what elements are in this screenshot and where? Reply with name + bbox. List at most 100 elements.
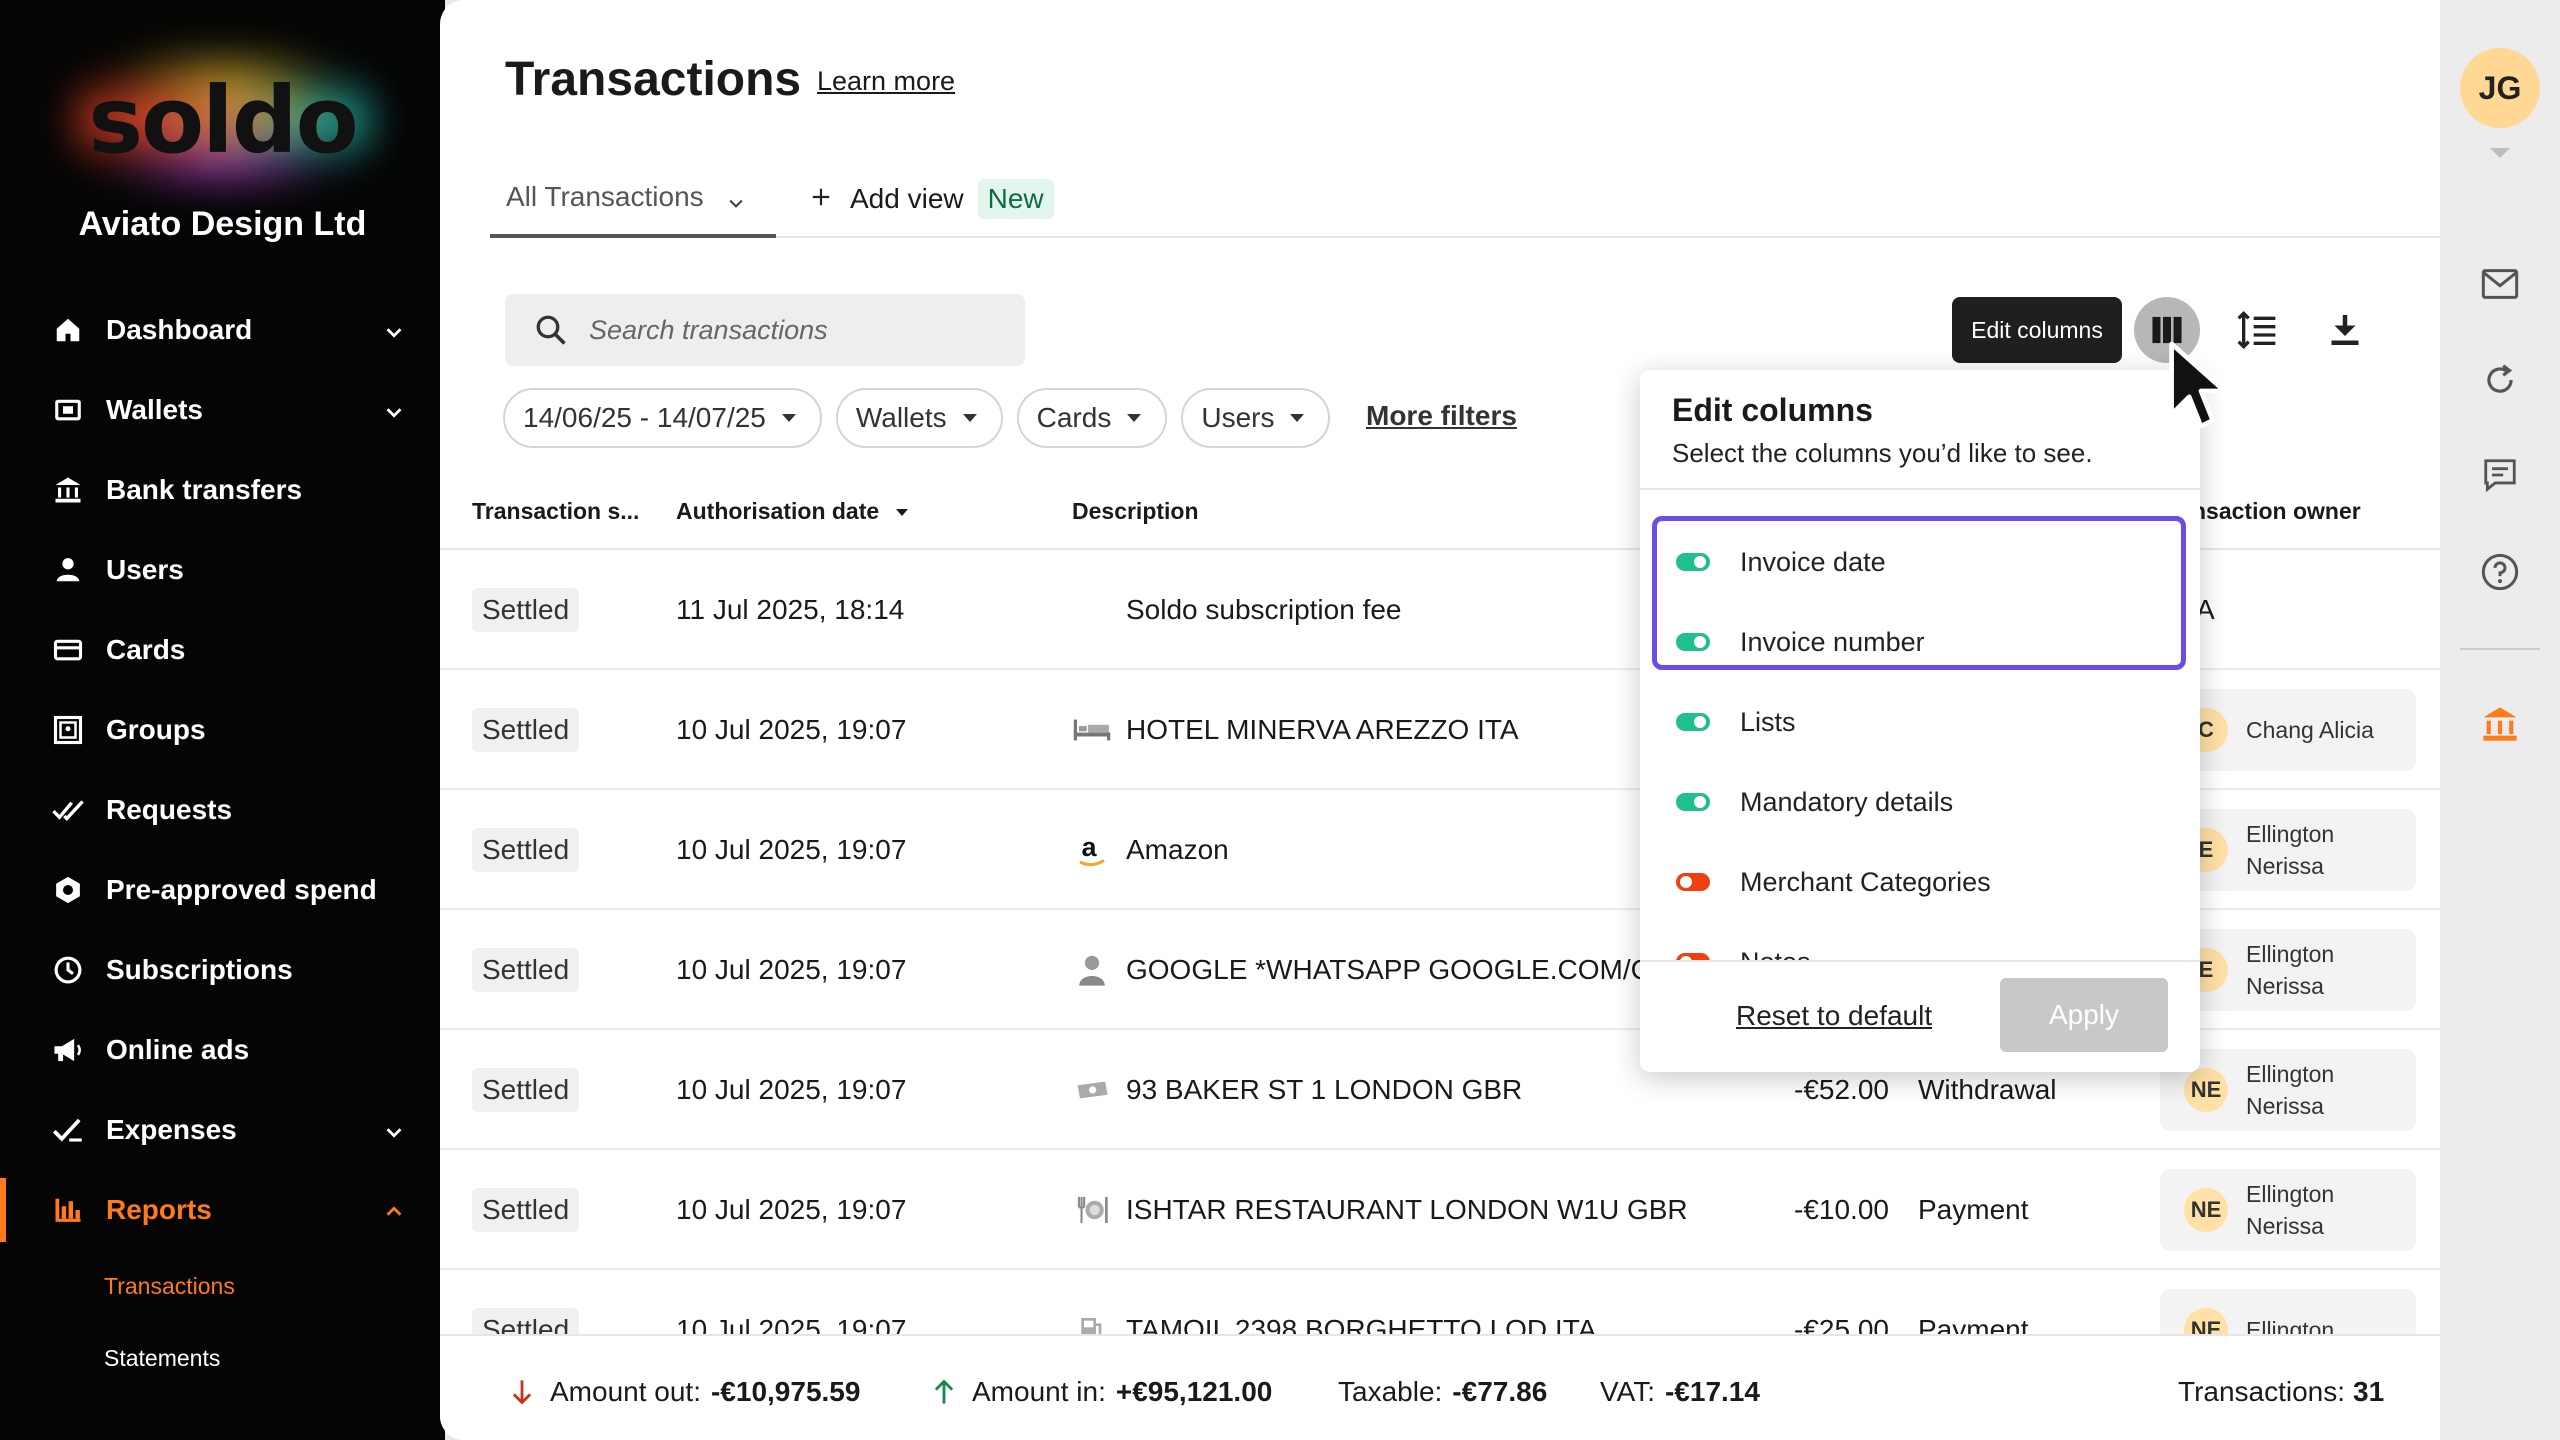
divider: [1640, 488, 2200, 490]
download-button[interactable]: [2312, 297, 2378, 363]
groups-icon: [50, 712, 86, 748]
caret-down-icon[interactable]: [2490, 148, 2510, 158]
user-avatar[interactable]: JG: [2460, 48, 2540, 128]
sidebar-item-requests[interactable]: Requests: [0, 770, 445, 850]
tab-label: All Transactions: [506, 181, 704, 212]
expenses-icon: [50, 1112, 86, 1148]
sidebar-subitem-statements[interactable]: Statements: [0, 1322, 445, 1394]
sidebar-item-label: Reports: [106, 1194, 212, 1225]
sidebar-item-label: Pre-approved spend: [106, 874, 377, 905]
sidebar-item-online-ads[interactable]: Online ads: [0, 1010, 445, 1090]
clock-icon: [50, 952, 86, 988]
home-icon: [50, 312, 86, 348]
chip-label: Wallets: [855, 402, 947, 433]
status-badge: Settled: [472, 1068, 580, 1112]
amazon-icon: a: [1072, 832, 1112, 868]
sidebar-item-reports[interactable]: Reports: [0, 1170, 445, 1250]
column-option-mandatory-details[interactable]: Mandatory details: [1676, 762, 1953, 842]
bank-icon[interactable]: [2480, 704, 2520, 744]
sidebar-item-label: Dashboard: [106, 314, 253, 345]
panel-subtitle: Select the columns you’d like to see.: [1672, 438, 2093, 468]
status-badge: Settled: [472, 588, 580, 632]
sidebar-item-subscriptions[interactable]: Subscriptions: [0, 930, 445, 1010]
user-icon: [50, 552, 86, 588]
description: ISHTAR RESTAURANT LONDON W1U GBR: [1126, 1194, 1688, 1225]
chip-label: Users: [1201, 402, 1275, 433]
sidebar-subitem-transactions[interactable]: Transactions: [0, 1250, 445, 1322]
toggle-switch[interactable]: [1676, 793, 1710, 811]
filter-chips: 14/06/25 - 14/07/25 Wallets Cards Users: [503, 388, 1331, 448]
amount-out: Amount out: -€10,975.59: [508, 1376, 860, 1408]
caret-down-icon: [1127, 414, 1142, 422]
column-header-status[interactable]: Transaction s...: [472, 498, 639, 525]
chip-label: 14/06/25 - 14/07/25: [523, 402, 766, 433]
bed-icon: [1072, 712, 1112, 748]
column-option-lists[interactable]: Lists: [1676, 682, 1796, 762]
sidebar-item-label: Online ads: [106, 1034, 250, 1065]
svg-text:a: a: [1082, 832, 1098, 862]
sidebar-item-label: Users: [106, 554, 184, 585]
chevron-down-icon: [383, 398, 405, 430]
sidebar-item-groups[interactable]: Groups: [0, 690, 445, 770]
column-header-auth-date[interactable]: Authorisation date: [676, 498, 908, 525]
mouse-cursor-icon: [2165, 338, 2237, 443]
soldo-logo[interactable]: soldo: [0, 50, 445, 190]
owner-name: Chang Alicia: [2246, 717, 2374, 743]
sidebar-item-bank-transfers[interactable]: Bank transfers: [0, 450, 445, 530]
sidebar-item-dashboard[interactable]: Dashboard: [0, 290, 445, 370]
avatar: NE: [2184, 1188, 2228, 1232]
search-placeholder: Search transactions: [589, 314, 828, 345]
new-badge: New: [977, 179, 1054, 219]
chevron-up-icon: [383, 1198, 405, 1230]
sidebar-item-users[interactable]: Users: [0, 530, 445, 610]
status-badge: Settled: [472, 1188, 580, 1232]
reset-to-default-link[interactable]: Reset to default: [1736, 1000, 1932, 1032]
card-icon: [50, 632, 86, 668]
vat-value: -€17.14: [1664, 1376, 1760, 1407]
sidebar-item-pre-approved-spend[interactable]: Pre-approved spend: [0, 850, 445, 930]
chip-label: Cards: [1036, 402, 1112, 433]
amount-out-value: -€10,975.59: [710, 1376, 861, 1407]
toggle-switch[interactable]: [1676, 873, 1710, 891]
date-range-filter[interactable]: 14/06/25 - 14/07/25: [503, 388, 822, 448]
owner-name: Ellington Nerissa: [2246, 821, 2335, 879]
column-option-notes[interactable]: Notes: [1676, 922, 1811, 960]
toggle-switch[interactable]: [1676, 953, 1710, 960]
bank-icon: [50, 472, 86, 508]
sidebar-item-label: Groups: [106, 714, 206, 745]
users-filter[interactable]: Users: [1181, 388, 1331, 448]
transaction-type: Payment: [1918, 1194, 2029, 1225]
sidebar-nav: Dashboard Wallets Bank transfers Users C…: [0, 290, 445, 1394]
more-filters-link[interactable]: More filters: [1366, 400, 1517, 432]
cards-filter[interactable]: Cards: [1016, 388, 1168, 448]
search-input[interactable]: Search transactions: [505, 294, 1025, 366]
right-rail: JG: [2440, 0, 2560, 1440]
sidebar-item-expenses[interactable]: Expenses: [0, 1090, 445, 1170]
arrow-down-icon: [512, 1380, 532, 1405]
auth-date: 10 Jul 2025, 19:07: [676, 954, 907, 985]
sidebar-item-cards[interactable]: Cards: [0, 610, 445, 690]
column-header-owner[interactable]: nsaction owner: [2192, 498, 2361, 525]
sidebar-item-wallets[interactable]: Wallets: [0, 370, 445, 450]
toggle-switch[interactable]: [1676, 713, 1710, 731]
column-header-description[interactable]: Description: [1072, 498, 1199, 525]
auth-date: 10 Jul 2025, 19:07: [676, 1194, 907, 1225]
apply-button[interactable]: Apply: [2000, 978, 2168, 1052]
vat-label: VAT:: [1600, 1376, 1655, 1407]
status-badge: Settled: [472, 948, 580, 992]
chat-icon[interactable]: [2480, 455, 2520, 495]
auth-date: 10 Jul 2025, 19:07: [676, 714, 907, 745]
refresh-icon[interactable]: [2480, 360, 2520, 400]
wallets-filter[interactable]: Wallets: [835, 388, 1003, 448]
add-view-button[interactable]: Add view New: [810, 160, 1054, 238]
help-icon[interactable]: [2480, 552, 2520, 592]
option-label: Merchant Categories: [1740, 866, 1991, 897]
sidebar-item-label: Bank transfers: [106, 474, 303, 505]
megaphone-icon: [50, 1032, 86, 1068]
column-option-merchant-categories[interactable]: Merchant Categories: [1676, 842, 1991, 922]
mail-icon[interactable]: [2480, 264, 2520, 304]
learn-more-link[interactable]: Learn more: [817, 66, 955, 97]
person-icon: [1072, 952, 1112, 988]
tab-all-transactions[interactable]: All Transactions: [490, 160, 776, 238]
table-row[interactable]: Settled 10 Jul 2025, 19:07 ISHTAR RESTAU…: [440, 1150, 2440, 1270]
